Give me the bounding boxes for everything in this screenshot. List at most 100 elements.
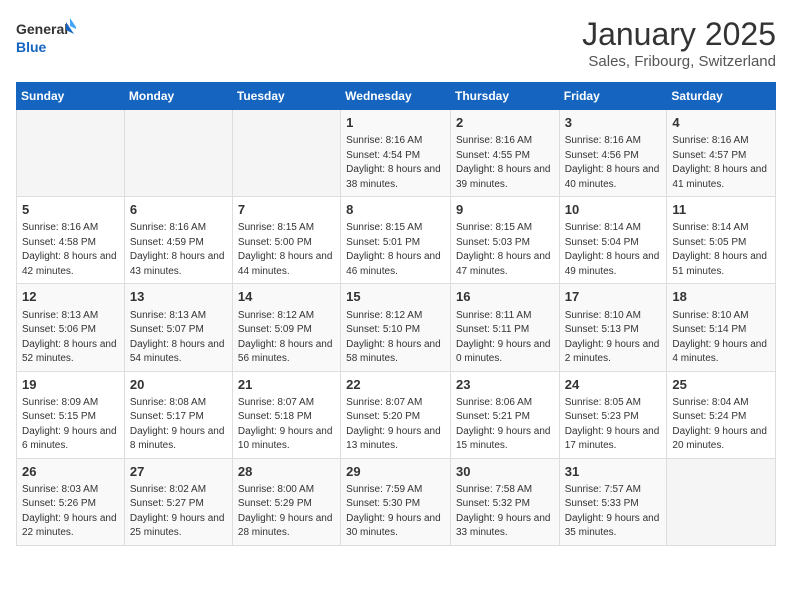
day-info: Sunrise: 7:57 AM Sunset: 5:33 PM Dayligh… (565, 483, 662, 541)
day-number: 20 (130, 376, 227, 394)
day-info: Sunrise: 8:04 AM Sunset: 5:24 PM Dayligh… (672, 396, 770, 454)
day-info: Sunrise: 8:03 AM Sunset: 5:26 PM Dayligh… (22, 483, 119, 541)
day-number: 23 (456, 376, 554, 394)
day-number: 18 (672, 288, 770, 306)
day-number: 16 (456, 288, 554, 306)
day-number: 30 (456, 463, 554, 481)
calendar-cell: 11Sunrise: 8:14 AM Sunset: 5:05 PM Dayli… (667, 197, 776, 284)
calendar-cell: 28 Sunrise: 8:00 AM Sunset: 5:29 PM Dayli… (232, 458, 340, 545)
calendar-cell: 12Sunrise: 8:13 AM Sunset: 5:06 PM Dayli… (17, 284, 125, 371)
day-number: 27 (130, 463, 227, 481)
day-info: Sunrise: 8:16 AM Sunset: 4:58 PM Dayligh… (22, 221, 119, 279)
day-number: 17 (565, 288, 662, 306)
title-block: January 2025 Sales, Fribourg, Switzerlan… (582, 16, 776, 70)
calendar-cell: 26 Sunrise: 8:03 AM Sunset: 5:26 PM Dayli… (17, 458, 125, 545)
day-info: Sunrise: 8:11 AM Sunset: 5:11 PM Dayligh… (456, 309, 554, 367)
logo-svg: GeneralBlue (16, 16, 76, 58)
day-number: 15 (346, 288, 445, 306)
calendar-cell: 21 Sunrise: 8:07 AM Sunset: 5:18 PM Dayli… (232, 371, 340, 458)
day-number: 1 (346, 114, 445, 132)
calendar-cell: 5 Sunrise: 8:16 AM Sunset: 4:58 PM Daylig… (17, 197, 125, 284)
day-number: 9 (456, 201, 554, 219)
day-number: 4 (672, 114, 770, 132)
week-row-2: 5 Sunrise: 8:16 AM Sunset: 4:58 PM Daylig… (17, 197, 776, 284)
week-row-4: 19 Sunrise: 8:09 AM Sunset: 5:15 PM Dayli… (17, 371, 776, 458)
day-info: Sunrise: 8:09 AM Sunset: 5:15 PM Dayligh… (22, 396, 119, 454)
weekday-header-monday: Monday (124, 83, 232, 110)
logo: GeneralBlue (16, 16, 76, 58)
weekday-header-friday: Friday (559, 83, 667, 110)
day-number: 29 (346, 463, 445, 481)
week-row-3: 12Sunrise: 8:13 AM Sunset: 5:06 PM Dayli… (17, 284, 776, 371)
day-info: Sunrise: 7:59 AM Sunset: 5:30 PM Dayligh… (346, 483, 445, 541)
day-info: Sunrise: 8:10 AM Sunset: 5:13 PM Dayligh… (565, 309, 662, 367)
day-info: Sunrise: 8:06 AM Sunset: 5:21 PM Dayligh… (456, 396, 554, 454)
calendar-cell: 15Sunrise: 8:12 AM Sunset: 5:10 PM Dayli… (341, 284, 451, 371)
day-info: Sunrise: 8:16 AM Sunset: 4:57 PM Dayligh… (672, 134, 770, 192)
day-number: 31 (565, 463, 662, 481)
calendar-cell: 9 Sunrise: 8:15 AM Sunset: 5:03 PM Daylig… (450, 197, 559, 284)
calendar-cell: 6Sunrise: 8:16 AM Sunset: 4:59 PM Daylig… (124, 197, 232, 284)
day-info: Sunrise: 8:13 AM Sunset: 5:07 PM Dayligh… (130, 309, 227, 367)
calendar-cell: 23 Sunrise: 8:06 AM Sunset: 5:21 PM Dayli… (450, 371, 559, 458)
day-number: 3 (565, 114, 662, 132)
calendar-cell: 14 Sunrise: 8:12 AM Sunset: 5:09 PM Dayli… (232, 284, 340, 371)
location: Sales, Fribourg, Switzerland (582, 53, 776, 70)
day-info: Sunrise: 8:10 AM Sunset: 5:14 PM Dayligh… (672, 309, 770, 367)
day-info: Sunrise: 8:15 AM Sunset: 5:01 PM Dayligh… (346, 221, 445, 279)
day-number: 24 (565, 376, 662, 394)
day-info: Sunrise: 7:58 AM Sunset: 5:32 PM Dayligh… (456, 483, 554, 541)
weekday-header-thursday: Thursday (450, 83, 559, 110)
weekday-header-saturday: Saturday (667, 83, 776, 110)
weekday-header-sunday: Sunday (17, 83, 125, 110)
calendar-cell: 24 Sunrise: 8:05 AM Sunset: 5:23 PM Dayli… (559, 371, 667, 458)
day-info: Sunrise: 8:07 AM Sunset: 5:18 PM Dayligh… (238, 396, 335, 454)
day-number: 5 (22, 201, 119, 219)
calendar-cell: 18 Sunrise: 8:10 AM Sunset: 5:14 PM Dayli… (667, 284, 776, 371)
calendar-table: SundayMondayTuesdayWednesdayThursdayFrid… (16, 82, 776, 546)
calendar-cell (232, 110, 340, 197)
calendar-cell: 2Sunrise: 8:16 AM Sunset: 4:55 PM Daylig… (450, 110, 559, 197)
day-number: 8 (346, 201, 445, 219)
calendar-cell: 13 Sunrise: 8:13 AM Sunset: 5:07 PM Dayli… (124, 284, 232, 371)
calendar-cell: 31 Sunrise: 7:57 AM Sunset: 5:33 PM Dayli… (559, 458, 667, 545)
day-info: Sunrise: 8:15 AM Sunset: 5:03 PM Dayligh… (456, 221, 554, 279)
day-info: Sunrise: 8:16 AM Sunset: 4:55 PM Dayligh… (456, 134, 554, 192)
day-info: Sunrise: 8:07 AM Sunset: 5:20 PM Dayligh… (346, 396, 445, 454)
weekday-header-wednesday: Wednesday (341, 83, 451, 110)
day-info: Sunrise: 8:08 AM Sunset: 5:17 PM Dayligh… (130, 396, 227, 454)
week-row-5: 26 Sunrise: 8:03 AM Sunset: 5:26 PM Dayli… (17, 458, 776, 545)
day-info: Sunrise: 8:16 AM Sunset: 4:54 PM Dayligh… (346, 134, 445, 192)
day-number: 14 (238, 288, 335, 306)
calendar-cell: 10Sunrise: 8:14 AM Sunset: 5:04 PM Dayli… (559, 197, 667, 284)
calendar-cell: 3Sunrise: 8:16 AM Sunset: 4:56 PM Daylig… (559, 110, 667, 197)
calendar-cell (667, 458, 776, 545)
calendar-cell: 1 Sunrise: 8:16 AM Sunset: 4:54 PM Daylig… (341, 110, 451, 197)
calendar-cell (124, 110, 232, 197)
day-number: 26 (22, 463, 119, 481)
week-row-1: 1 Sunrise: 8:16 AM Sunset: 4:54 PM Daylig… (17, 110, 776, 197)
page-header: GeneralBlue January 2025 Sales, Fribourg… (16, 16, 776, 70)
calendar-cell: 16 Sunrise: 8:11 AM Sunset: 5:11 PM Dayli… (450, 284, 559, 371)
day-info: Sunrise: 8:05 AM Sunset: 5:23 PM Dayligh… (565, 396, 662, 454)
day-number: 19 (22, 376, 119, 394)
day-number: 28 (238, 463, 335, 481)
day-number: 21 (238, 376, 335, 394)
calendar-cell: 4 Sunrise: 8:16 AM Sunset: 4:57 PM Daylig… (667, 110, 776, 197)
day-info: Sunrise: 8:12 AM Sunset: 5:09 PM Dayligh… (238, 309, 335, 367)
month-year: January 2025 (582, 16, 776, 53)
day-info: Sunrise: 8:00 AM Sunset: 5:29 PM Dayligh… (238, 483, 335, 541)
weekday-header-tuesday: Tuesday (232, 83, 340, 110)
calendar-cell: 25 Sunrise: 8:04 AM Sunset: 5:24 PM Dayli… (667, 371, 776, 458)
day-info: Sunrise: 8:15 AM Sunset: 5:00 PM Dayligh… (238, 221, 335, 279)
calendar-cell: 27Sunrise: 8:02 AM Sunset: 5:27 PM Dayli… (124, 458, 232, 545)
calendar-cell: 7Sunrise: 8:15 AM Sunset: 5:00 PM Daylig… (232, 197, 340, 284)
day-info: Sunrise: 8:14 AM Sunset: 5:05 PM Dayligh… (672, 221, 770, 279)
day-number: 10 (565, 201, 662, 219)
calendar-cell: 20 Sunrise: 8:08 AM Sunset: 5:17 PM Dayli… (124, 371, 232, 458)
calendar-cell (17, 110, 125, 197)
day-number: 13 (130, 288, 227, 306)
day-number: 22 (346, 376, 445, 394)
calendar-cell: 8 Sunrise: 8:15 AM Sunset: 5:01 PM Daylig… (341, 197, 451, 284)
day-number: 25 (672, 376, 770, 394)
